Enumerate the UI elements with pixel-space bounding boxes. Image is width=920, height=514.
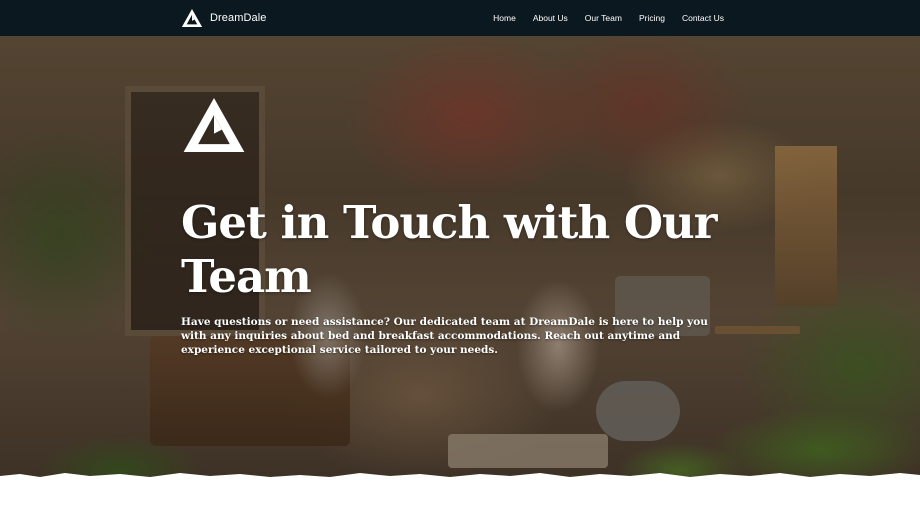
brand-link[interactable]: DreamDale — [181, 7, 267, 29]
top-navbar: DreamDale Home About Us Our Team Pricing… — [0, 0, 920, 36]
torn-paper-divider — [0, 466, 920, 484]
nav-link-about-us[interactable]: About Us — [533, 13, 568, 23]
nav-link-contact-us[interactable]: Contact Us — [682, 13, 724, 23]
brand-name: DreamDale — [210, 12, 267, 24]
nav-link-our-team[interactable]: Our Team — [585, 13, 622, 23]
hero-description: Have questions or need assistance? Our d… — [181, 316, 708, 356]
dreamdale-logo-icon — [181, 8, 203, 28]
dreamdale-logo-icon — [181, 95, 247, 155]
nav-link-home[interactable]: Home — [493, 13, 516, 23]
nav-link-pricing[interactable]: Pricing — [639, 13, 665, 23]
main-nav: Home About Us Our Team Pricing Contact U… — [493, 0, 724, 36]
hero-title: Get in Touch with Our Team — [181, 196, 717, 303]
